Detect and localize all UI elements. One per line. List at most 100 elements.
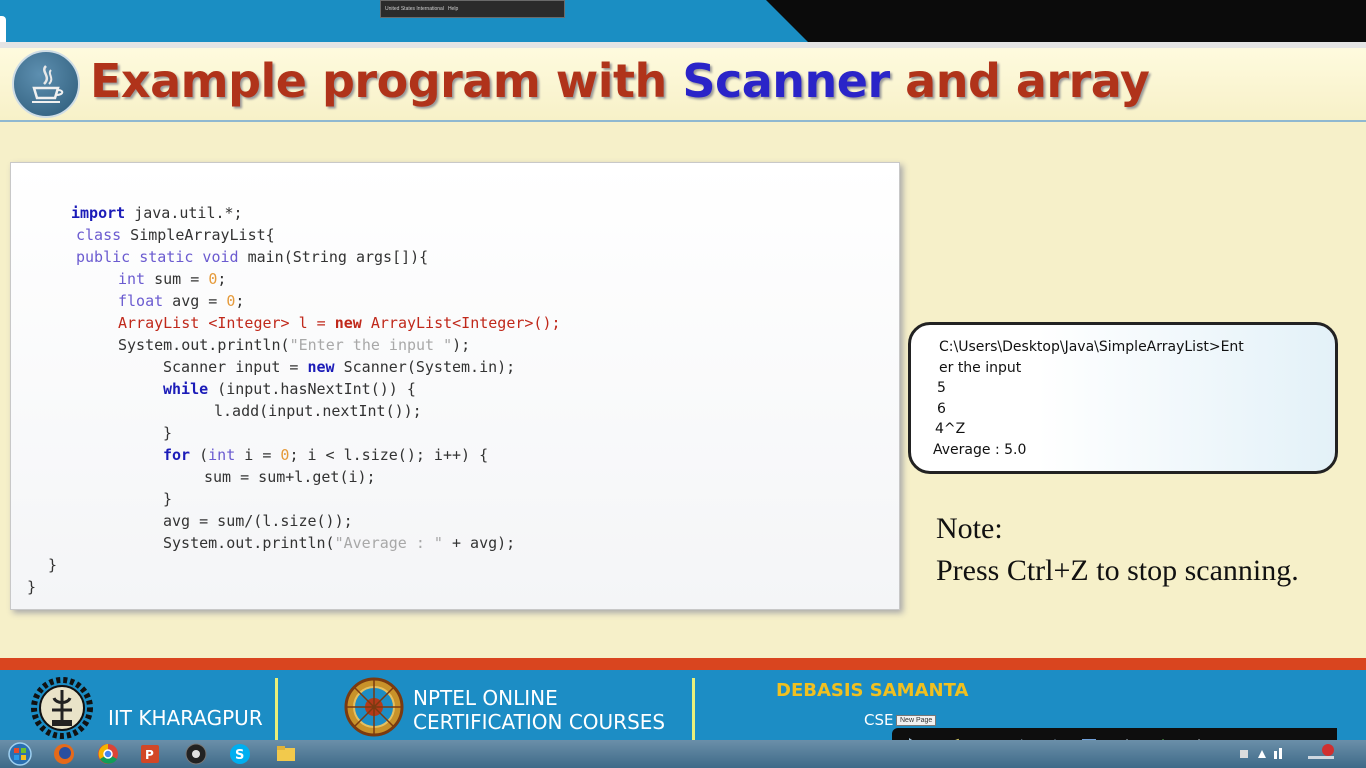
java-logo-icon (12, 50, 80, 118)
tooltip: New Page (896, 715, 937, 726)
language-indicator[interactable]: United States International (385, 6, 444, 12)
code-text: } (163, 424, 173, 442)
code-line: System.out.println("Average : " + avg); (163, 533, 515, 553)
code-text: i = (235, 446, 281, 464)
code-text: avg = sum/(l.size()); (163, 512, 353, 530)
code-keyword: class (76, 226, 122, 244)
top-bar (0, 0, 1366, 42)
footer-divider (692, 678, 695, 740)
institute-label: IIT KHARAGPUR (108, 706, 263, 730)
taskbar-powerpoint[interactable]: P (132, 741, 168, 767)
console-output-box: C:\Users\Desktop\Java\SimpleArrayList>En… (908, 322, 1338, 474)
system-tray[interactable] (1236, 744, 1366, 768)
title-part-2: and array (889, 54, 1150, 108)
code-line: avg = sum/(l.size()); (163, 511, 353, 531)
code-keyword: while (163, 380, 209, 398)
code-line: } (27, 577, 36, 597)
nptel-logo-icon (342, 676, 406, 738)
title-highlight: Scanner (682, 54, 890, 108)
code-keyword: int (208, 446, 236, 464)
code-keyword: for (163, 446, 191, 464)
code-text: avg = (163, 292, 227, 310)
code-text: ArrayList (361, 314, 453, 332)
footer-red-stripe (0, 658, 1366, 670)
code-text: } (163, 490, 173, 508)
code-text: sum = (145, 270, 209, 288)
code-text: java.util.*; (125, 204, 243, 222)
code-text: ( (190, 446, 209, 464)
nptel-line-2: CERTIFICATION COURSES (413, 710, 666, 734)
note-heading: Note: (936, 512, 1003, 545)
folder-icon (277, 746, 295, 761)
code-keyword: int (118, 270, 146, 288)
note-text: Press Ctrl+Z to stop scanning. (936, 554, 1299, 587)
slide-title: Example program with Scanner and array (90, 54, 1150, 108)
title-top-stripe (0, 42, 1366, 48)
title-part-1: Example program with (90, 54, 683, 108)
top-bar-dark-region (766, 0, 1366, 42)
tray-icons (1240, 748, 1282, 759)
code-line: for (int i = 0; i < l.size(); i++) { (163, 445, 488, 465)
code-line: public static void main(String args[]){ (76, 247, 428, 267)
code-line: } (48, 555, 57, 575)
code-keyword: import (71, 204, 126, 222)
code-text: main(String args[]){ (238, 248, 429, 266)
taskbar-clock[interactable] (1306, 742, 1336, 768)
code-line: import java.util.*; (71, 203, 243, 223)
code-text: ArrayList (118, 314, 209, 332)
code-line: ArrayList <Integer> l = new ArrayList<In… (118, 313, 561, 333)
console-line: Average : 5.0 (933, 441, 1027, 458)
nptel-line-1: NPTEL ONLINE (413, 686, 558, 710)
taskbar-media-player[interactable] (178, 741, 214, 767)
code-text: sum = sum+l.get(i); (204, 468, 376, 486)
code-string: "Enter the input " (289, 336, 453, 354)
code-text: ; i < l.size(); i++) { (289, 446, 489, 464)
taskbar-chrome[interactable] (90, 741, 126, 767)
taskbar-skype[interactable]: S (222, 741, 258, 767)
help-menu[interactable]: Help (448, 6, 458, 12)
windows-start-icon (8, 742, 32, 766)
skype-icon: S (230, 744, 250, 764)
console-line: 4^Z (935, 421, 966, 437)
code-line: sum = sum+l.get(i); (204, 467, 376, 487)
code-text: System.out.println( (118, 336, 290, 354)
code-line: float avg = 0; (118, 291, 244, 311)
console-line: 5 (937, 380, 946, 396)
code-text: l.add(input.nextInt()); (214, 402, 422, 420)
code-keyword: public static void (76, 248, 239, 266)
powerpoint-icon: P (141, 745, 159, 763)
firefox-icon (54, 744, 74, 764)
code-text: <Integer> (208, 314, 290, 332)
presenter-name: DEBASIS SAMANTA (776, 680, 969, 701)
code-text: } (27, 578, 37, 596)
taskbar-firefox[interactable] (46, 741, 82, 767)
svg-text:S: S (235, 748, 244, 763)
code-text: SimpleArrayList{ (121, 226, 275, 244)
code-number: 0 (208, 270, 218, 288)
iit-kharagpur-logo-icon (26, 676, 98, 740)
code-keyword: float (118, 292, 164, 310)
svg-text:P: P (145, 748, 154, 762)
code-text: Scanner input = (163, 358, 308, 376)
code-line: Scanner input = new Scanner(System.in); (163, 357, 515, 377)
clock-icon (1308, 744, 1334, 759)
code-text: ); (452, 336, 471, 354)
code-text: ; (235, 292, 245, 310)
taskbar-file-explorer[interactable] (268, 741, 304, 767)
code-text: + avg); (442, 534, 516, 552)
start-button[interactable] (2, 741, 38, 767)
code-line: } (163, 423, 172, 443)
code-line: l.add(input.nextInt()); (214, 401, 422, 421)
code-text: (input.hasNextInt()) { (208, 380, 416, 398)
console-line: 6 (937, 400, 946, 417)
code-text: l = (289, 314, 335, 332)
footer-divider (275, 678, 278, 740)
department-label: CSE (864, 711, 894, 729)
code-line: System.out.println("Enter the input "); (118, 335, 470, 355)
recorder-toolbar[interactable]: United States International Help (380, 0, 565, 18)
chrome-icon (98, 744, 118, 764)
console-line: er the input (939, 359, 1022, 376)
code-text: } (48, 556, 58, 574)
code-string: "Average : " (334, 534, 443, 552)
code-line: class SimpleArrayList{ (76, 225, 275, 245)
